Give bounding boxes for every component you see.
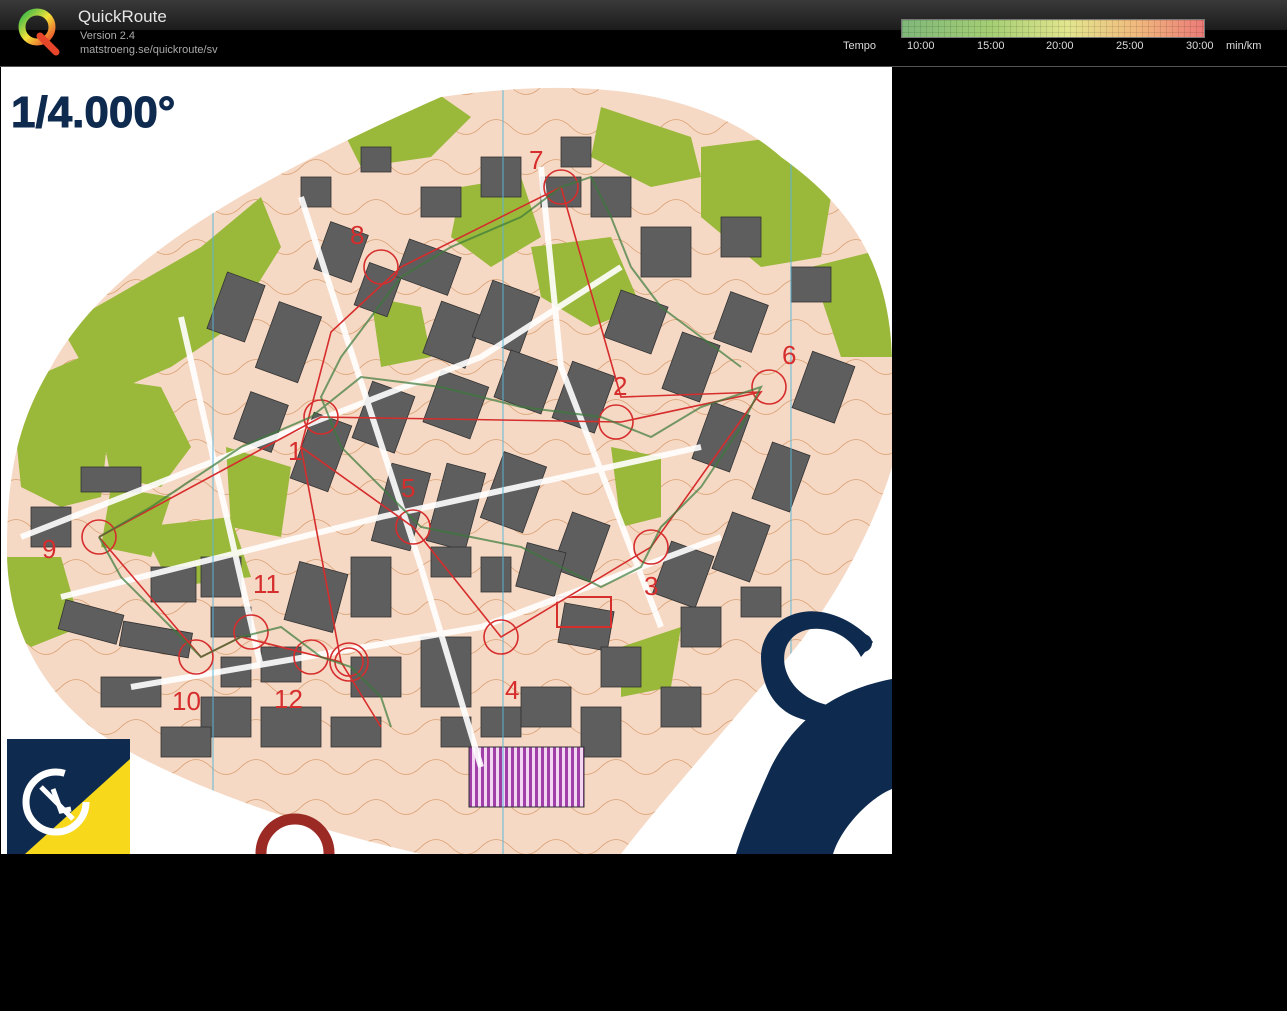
control-number: 2: [613, 371, 627, 401]
control-number: 9: [42, 534, 56, 564]
control-number: 12: [274, 684, 303, 714]
tempo-label: Tempo: [843, 40, 877, 52]
control-number: 3: [644, 571, 658, 601]
control-number: 10: [172, 686, 201, 716]
control-number: 7: [529, 145, 543, 175]
orienteering-logo-icon: [7, 739, 130, 854]
app-url[interactable]: matstroeng.se/quickroute/sv: [80, 44, 218, 56]
control-number: 8: [350, 220, 364, 250]
app-version: Version 2.4: [80, 30, 136, 42]
map-canvas[interactable]: 1 2 3 4 5 6 7 8 9 10 11 12 1/4.000°: [1, 67, 892, 854]
control-number: 1: [288, 436, 302, 466]
control-number: 6: [782, 340, 796, 370]
control-number: 5: [401, 473, 415, 503]
tempo-unit: min/km: [1226, 40, 1262, 52]
decorative-ring: [255, 813, 335, 854]
app-header: QuickRoute Version 2.4 matstroeng.se/qui…: [0, 0, 1287, 67]
tempo-tick: 15:00: [977, 40, 1005, 52]
tempo-tick: 30:00: [1186, 40, 1214, 52]
app-title: QuickRoute: [78, 7, 167, 26]
tempo-tick: 20:00: [1046, 40, 1074, 52]
special-area: [468, 746, 585, 808]
map-scale-text: 1/4.000°: [11, 88, 175, 137]
control-number: 4: [505, 675, 519, 705]
control-number: 11: [253, 569, 280, 599]
tempo-tick: 25:00: [1116, 40, 1144, 52]
quickroute-logo-icon: [18, 8, 60, 56]
tempo-color-scale: [901, 19, 1205, 38]
tempo-tick: 10:00: [907, 40, 935, 52]
map-terrain: [6, 87, 892, 854]
orienteering-map[interactable]: 1 2 3 4 5 6 7 8 9 10 11 12 1/4.000°: [1, 67, 892, 854]
